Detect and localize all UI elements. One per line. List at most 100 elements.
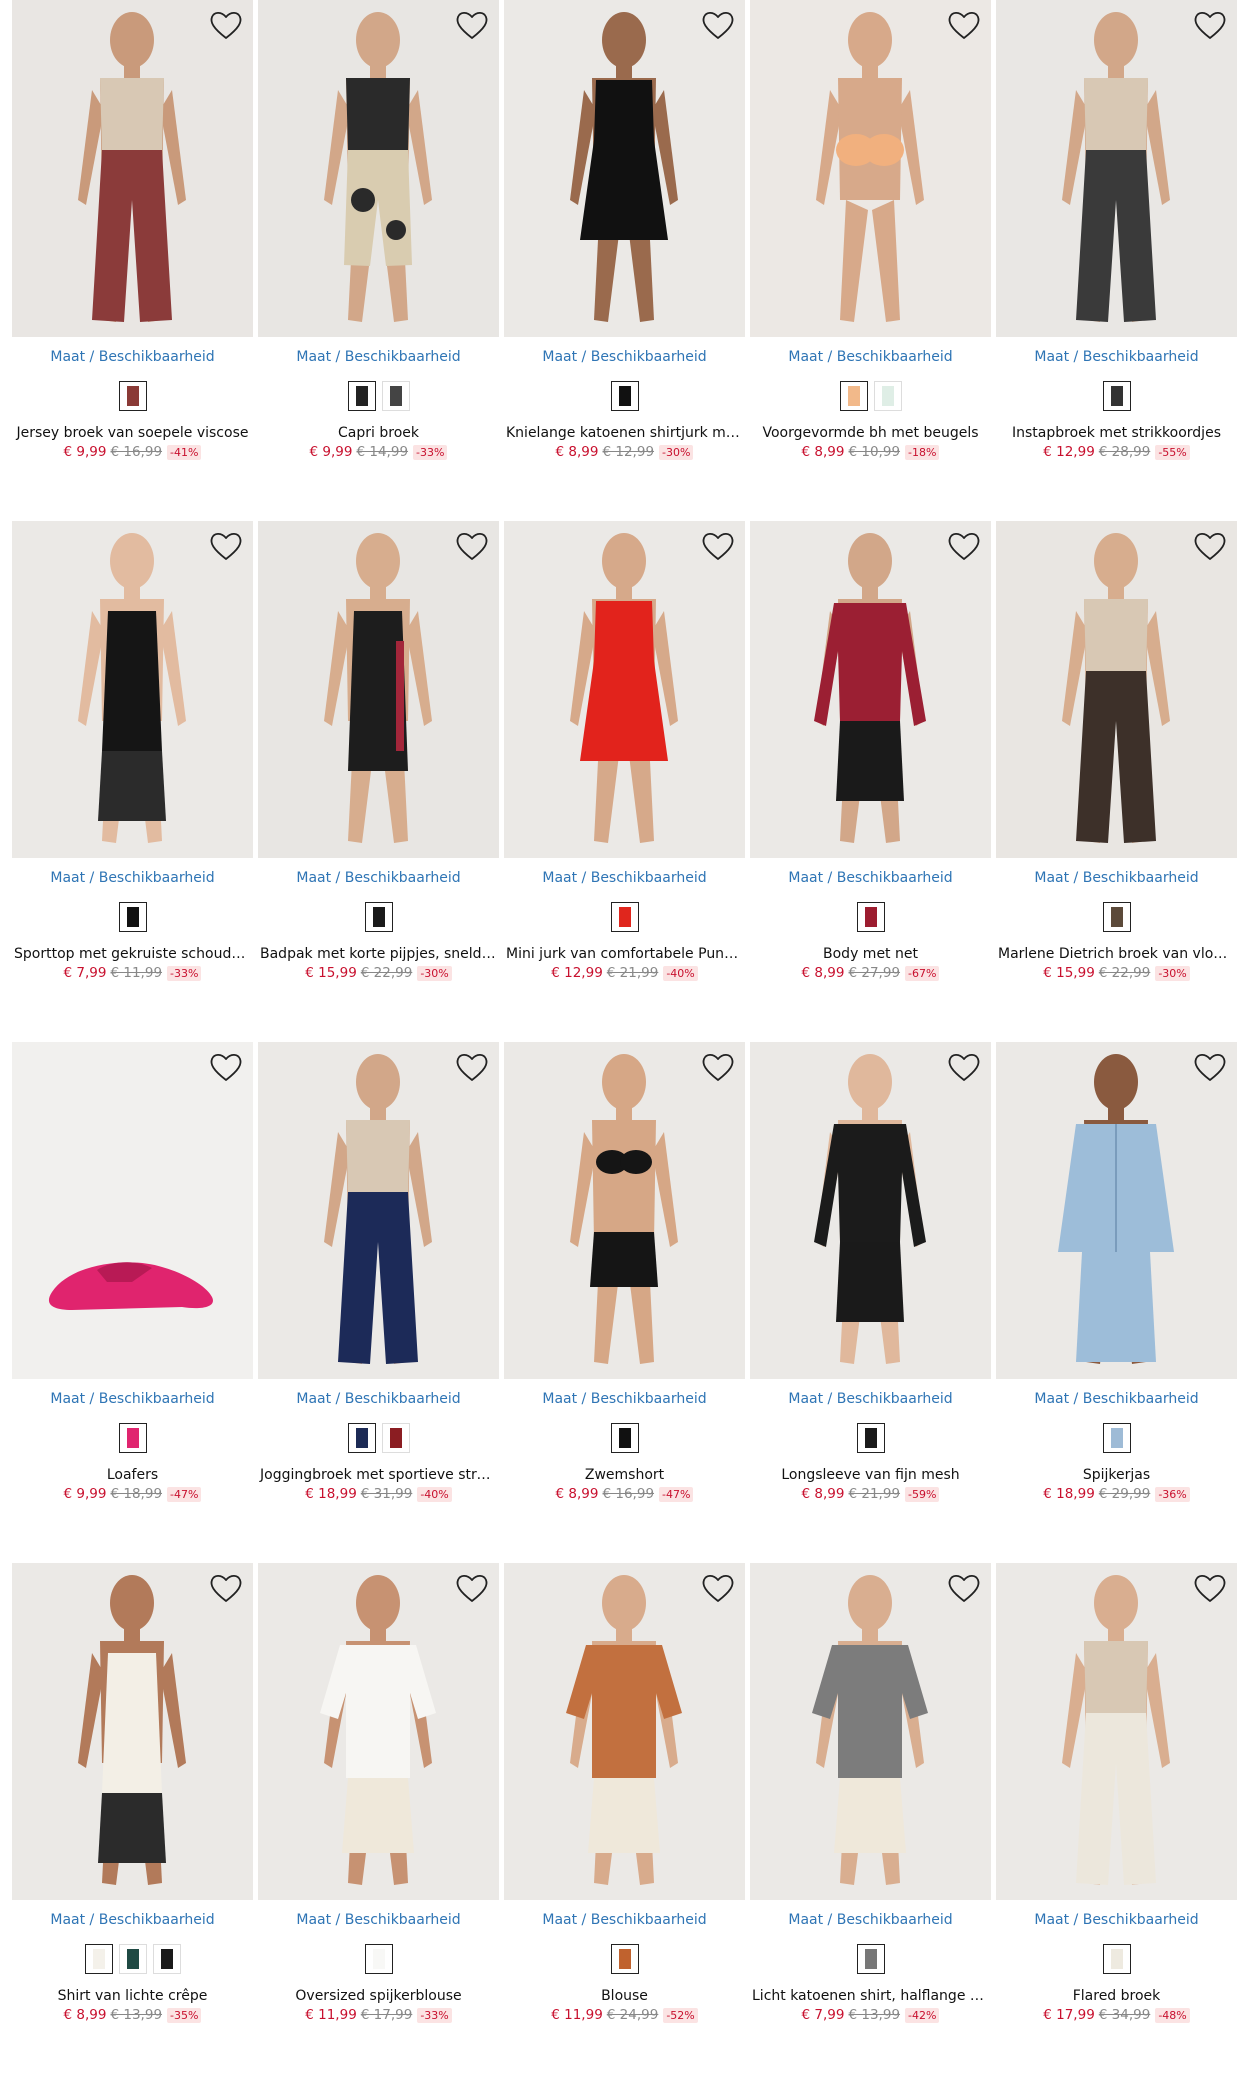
size-availability-link[interactable]: Maat / Beschikbaarheid	[258, 1391, 499, 1407]
heart-icon[interactable]	[455, 1051, 489, 1083]
heart-icon[interactable]	[947, 9, 981, 41]
heart-icon[interactable]	[209, 530, 243, 562]
product-title[interactable]: Capri broek	[258, 425, 499, 441]
product-card-4[interactable]: Maat / Beschikbaarheid Voorgevormde bh m…	[750, 0, 991, 521]
size-availability-link[interactable]: Maat / Beschikbaarheid	[504, 870, 745, 886]
product-image[interactable]	[258, 1042, 499, 1379]
color-swatch[interactable]	[1102, 381, 1131, 411]
heart-icon[interactable]	[701, 530, 735, 562]
product-title[interactable]: Badpak met korte pijpjes, sneldrog...	[258, 946, 499, 962]
product-title[interactable]: Joggingbroek met sportieve strepen	[258, 1467, 499, 1483]
color-swatch[interactable]	[381, 1423, 410, 1453]
product-card-17[interactable]: Maat / Beschikbaarheid Oversized spijker…	[258, 1563, 499, 2084]
color-swatch[interactable]	[152, 1944, 181, 1974]
product-image[interactable]	[12, 0, 253, 337]
product-image[interactable]	[258, 0, 499, 337]
product-card-16[interactable]: Maat / Beschikbaarheid Shirt van lichte …	[12, 1563, 253, 2084]
color-swatch[interactable]	[610, 381, 639, 411]
size-availability-link[interactable]: Maat / Beschikbaarheid	[12, 1391, 253, 1407]
color-swatch[interactable]	[84, 1944, 113, 1974]
product-card-11[interactable]: Maat / Beschikbaarheid Loafers € 9,99 € 1…	[12, 1042, 253, 1563]
product-title[interactable]: Oversized spijkerblouse	[258, 1988, 499, 2004]
color-swatch[interactable]	[118, 1423, 147, 1453]
product-card-5[interactable]: Maat / Beschikbaarheid Instapbroek met s…	[996, 0, 1237, 521]
product-card-1[interactable]: Maat / Beschikbaarheid Jersey broek van …	[12, 0, 253, 521]
product-image[interactable]	[12, 521, 253, 858]
heart-icon[interactable]	[947, 1572, 981, 1604]
product-title[interactable]: Longsleeve van fijn mesh	[750, 1467, 991, 1483]
size-availability-link[interactable]: Maat / Beschikbaarheid	[12, 870, 253, 886]
heart-icon[interactable]	[455, 9, 489, 41]
size-availability-link[interactable]: Maat / Beschikbaarheid	[504, 1391, 745, 1407]
product-card-18[interactable]: Maat / Beschikbaarheid Blouse € 11,99 € 2…	[504, 1563, 745, 2084]
heart-icon[interactable]	[947, 1051, 981, 1083]
size-availability-link[interactable]: Maat / Beschikbaarheid	[258, 870, 499, 886]
color-swatch[interactable]	[856, 1944, 885, 1974]
product-card-10[interactable]: Maat / Beschikbaarheid Marlene Dietrich …	[996, 521, 1237, 1042]
product-title[interactable]: Shirt van lichte crêpe	[12, 1988, 253, 2004]
heart-icon[interactable]	[209, 9, 243, 41]
color-swatch[interactable]	[839, 381, 868, 411]
heart-icon[interactable]	[1193, 530, 1227, 562]
color-swatch[interactable]	[347, 381, 376, 411]
size-availability-link[interactable]: Maat / Beschikbaarheid	[258, 349, 499, 365]
product-image[interactable]	[12, 1563, 253, 1900]
color-swatch[interactable]	[1102, 1944, 1131, 1974]
product-image[interactable]	[504, 1563, 745, 1900]
product-image[interactable]	[996, 521, 1237, 858]
color-swatch[interactable]	[118, 381, 147, 411]
product-title[interactable]: Marlene Dietrich broek van vloeien...	[996, 946, 1237, 962]
size-availability-link[interactable]: Maat / Beschikbaarheid	[12, 349, 253, 365]
product-title[interactable]: Blouse	[504, 1988, 745, 2004]
size-availability-link[interactable]: Maat / Beschikbaarheid	[750, 349, 991, 365]
heart-icon[interactable]	[1193, 9, 1227, 41]
size-availability-link[interactable]: Maat / Beschikbaarheid	[996, 870, 1237, 886]
product-title[interactable]: Sporttop met gekruiste schouderb...	[12, 946, 253, 962]
product-card-6[interactable]: Maat / Beschikbaarheid Sporttop met gekr…	[12, 521, 253, 1042]
product-image[interactable]	[750, 1563, 991, 1900]
product-title[interactable]: Spijkerjas	[996, 1467, 1237, 1483]
product-title[interactable]: Body met net	[750, 946, 991, 962]
size-availability-link[interactable]: Maat / Beschikbaarheid	[750, 1391, 991, 1407]
heart-icon[interactable]	[455, 530, 489, 562]
product-title[interactable]: Zwemshort	[504, 1467, 745, 1483]
product-title[interactable]: Jersey broek van soepele viscose	[12, 425, 253, 441]
color-swatch[interactable]	[610, 1423, 639, 1453]
heart-icon[interactable]	[209, 1051, 243, 1083]
heart-icon[interactable]	[701, 1051, 735, 1083]
color-swatch[interactable]	[610, 902, 639, 932]
product-card-14[interactable]: Maat / Beschikbaarheid Longsleeve van fi…	[750, 1042, 991, 1563]
size-availability-link[interactable]: Maat / Beschikbaarheid	[258, 1912, 499, 1928]
heart-icon[interactable]	[701, 1572, 735, 1604]
product-card-2[interactable]: Maat / Beschikbaarheid Capri broek € 9,9…	[258, 0, 499, 521]
product-image[interactable]	[996, 1042, 1237, 1379]
product-image[interactable]	[504, 0, 745, 337]
product-image[interactable]	[750, 1042, 991, 1379]
product-title[interactable]: Knielange katoenen shirtjurk met k...	[504, 425, 745, 441]
color-swatch[interactable]	[873, 381, 902, 411]
size-availability-link[interactable]: Maat / Beschikbaarheid	[996, 1391, 1237, 1407]
product-card-8[interactable]: Maat / Beschikbaarheid Mini jurk van com…	[504, 521, 745, 1042]
product-title[interactable]: Licht katoenen shirt, halflange mouw	[750, 1988, 991, 2004]
product-card-9[interactable]: Maat / Beschikbaarheid Body met net € 8,…	[750, 521, 991, 1042]
size-availability-link[interactable]: Maat / Beschikbaarheid	[12, 1912, 253, 1928]
color-swatch[interactable]	[347, 1423, 376, 1453]
product-card-20[interactable]: Maat / Beschikbaarheid Flared broek € 17…	[996, 1563, 1237, 2084]
size-availability-link[interactable]: Maat / Beschikbaarheid	[504, 349, 745, 365]
size-availability-link[interactable]: Maat / Beschikbaarheid	[996, 1912, 1237, 1928]
product-card-3[interactable]: Maat / Beschikbaarheid Knielange katoene…	[504, 0, 745, 521]
size-availability-link[interactable]: Maat / Beschikbaarheid	[996, 349, 1237, 365]
color-swatch[interactable]	[1102, 1423, 1131, 1453]
product-card-13[interactable]: Maat / Beschikbaarheid Zwemshort € 8,99 €…	[504, 1042, 745, 1563]
product-title[interactable]: Voorgevormde bh met beugels	[750, 425, 991, 441]
product-title[interactable]: Mini jurk van comfortabele Punto d...	[504, 946, 745, 962]
product-image[interactable]	[750, 521, 991, 858]
product-card-7[interactable]: Maat / Beschikbaarheid Badpak met korte …	[258, 521, 499, 1042]
color-swatch[interactable]	[118, 1944, 147, 1974]
color-swatch[interactable]	[610, 1944, 639, 1974]
product-image[interactable]	[996, 1563, 1237, 1900]
color-swatch[interactable]	[364, 902, 393, 932]
product-card-15[interactable]: Maat / Beschikbaarheid Spijkerjas € 18,9…	[996, 1042, 1237, 1563]
heart-icon[interactable]	[701, 9, 735, 41]
product-image[interactable]	[996, 0, 1237, 337]
